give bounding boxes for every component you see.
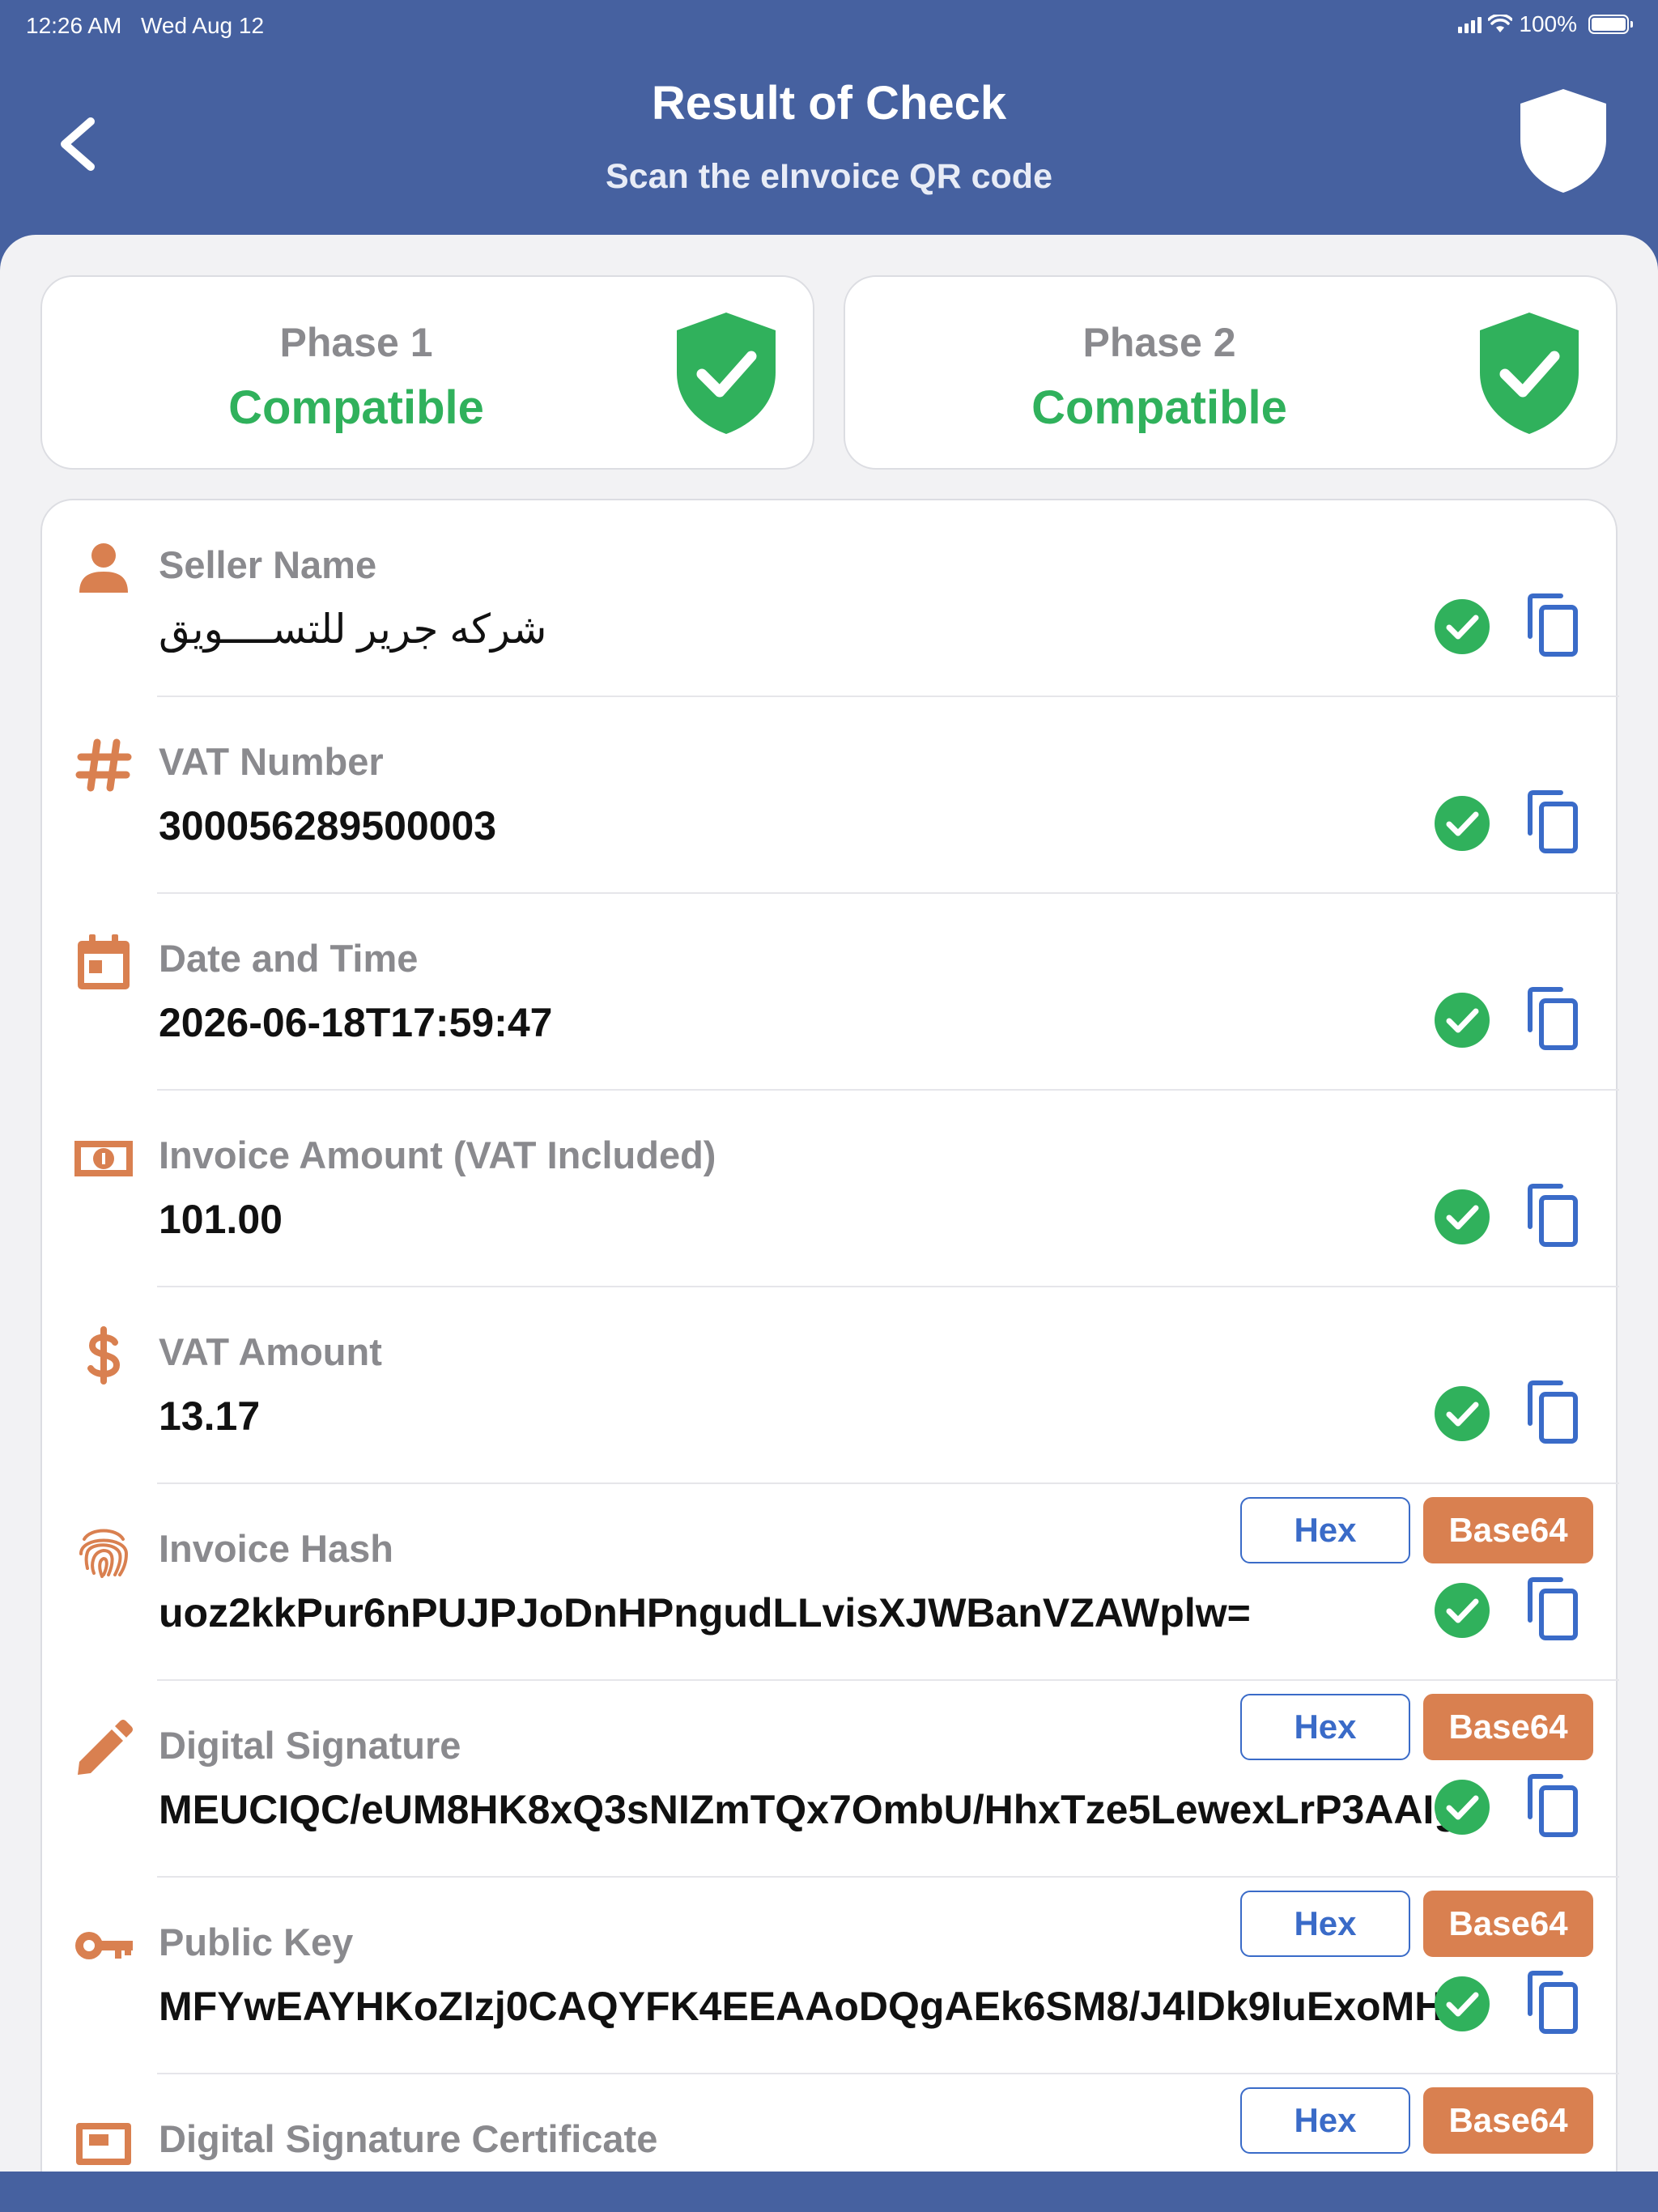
status-bar: 12:26 AM Wed Aug 12 100% bbox=[0, 0, 1658, 52]
key-icon bbox=[75, 1932, 133, 1959]
field-value: uoz2kkPur6nPUJPJoDnHPngudLLvisXJWBanVZAW… bbox=[159, 1590, 1251, 1636]
check-circle-icon bbox=[1435, 599, 1490, 654]
phase-status: Compatible bbox=[228, 381, 484, 434]
field-row-seller-name: Seller Name شركه جرير للتســــويق bbox=[42, 500, 1619, 697]
phase-1-card: Phase 1 Compatible bbox=[40, 275, 814, 470]
shield-check-icon bbox=[677, 313, 776, 434]
copy-icon[interactable] bbox=[1524, 986, 1580, 1051]
field-label: Invoice Hash bbox=[159, 1527, 393, 1570]
base64-format-button[interactable]: Base64 bbox=[1423, 1694, 1593, 1760]
phase-status: Compatible bbox=[1031, 381, 1287, 434]
battery-percent: 100% bbox=[1519, 11, 1577, 36]
status-date: Wed Aug 12 bbox=[141, 13, 265, 38]
copy-icon[interactable] bbox=[1524, 1773, 1580, 1838]
check-circle-icon bbox=[1435, 1780, 1490, 1835]
pencil-icon bbox=[78, 1720, 133, 1775]
check-circle-icon bbox=[1435, 796, 1490, 851]
field-row-public-key: Public Key MFYwEAYHKoZIzj0CAQYFK4EEAAoDQ… bbox=[42, 1878, 1619, 2074]
check-circle-icon bbox=[1435, 1386, 1490, 1441]
field-row-date-time: Date and Time 2026-06-18T17:59:47 bbox=[42, 894, 1619, 1091]
copy-icon[interactable] bbox=[1524, 1380, 1580, 1444]
page-title: Result of Check bbox=[651, 77, 1007, 130]
field-label: Digital Signature Certificate bbox=[159, 2117, 658, 2160]
check-circle-icon bbox=[1435, 1189, 1490, 1244]
field-label: Invoice Amount (VAT Included) bbox=[159, 1134, 716, 1176]
phase-title: Phase 1 bbox=[279, 320, 433, 365]
nav-header: Result of Check Scan the eInvoice QR cod… bbox=[0, 52, 1658, 235]
dollar-icon bbox=[87, 1326, 121, 1385]
base64-format-button[interactable]: Base64 bbox=[1423, 2087, 1593, 2154]
content-sheet: Phase 1 Compatible Phase 2 Compatible Se… bbox=[0, 235, 1658, 2172]
hash-icon bbox=[75, 738, 132, 792]
field-label: VAT Amount bbox=[159, 1330, 382, 1373]
hex-format-button[interactable]: Hex bbox=[1240, 1891, 1410, 1957]
copy-icon[interactable] bbox=[1524, 1576, 1580, 1641]
base64-format-button[interactable]: Base64 bbox=[1423, 1497, 1593, 1563]
field-value: شركه جرير للتســــويق bbox=[159, 606, 547, 652]
field-row-vat-number: VAT Number 300056289500003 bbox=[42, 697, 1619, 894]
hex-format-button[interactable]: Hex bbox=[1240, 1694, 1410, 1760]
invoice-fields-list: Seller Name شركه جرير للتســــويق VAT Nu… bbox=[40, 499, 1619, 2172]
field-value: 2026-06-18T17:59:47 bbox=[159, 1000, 553, 1045]
person-icon bbox=[79, 543, 128, 593]
field-value: 13.17 bbox=[159, 1393, 261, 1439]
fingerprint-icon bbox=[79, 1529, 129, 1578]
field-row-vat-amount: VAT Amount 13.17 bbox=[42, 1287, 1619, 1484]
wifi-icon bbox=[1488, 15, 1513, 32]
field-value: MEUCIQC/eUM8HK8xQ3sNIZmTQx7OmbU/HhxTze5L… bbox=[159, 1787, 1452, 1832]
status-time: 12:26 AM bbox=[26, 13, 122, 38]
hex-format-button[interactable]: Hex bbox=[1240, 1497, 1410, 1563]
copy-icon[interactable] bbox=[1524, 593, 1580, 657]
battery-icon bbox=[1588, 15, 1633, 34]
shield-icon bbox=[1520, 89, 1606, 193]
hex-format-button[interactable]: Hex bbox=[1240, 2087, 1410, 2154]
field-label: Seller Name bbox=[159, 543, 377, 586]
check-circle-icon bbox=[1435, 1583, 1490, 1638]
field-label: VAT Number bbox=[159, 740, 384, 783]
copy-icon[interactable] bbox=[1524, 1970, 1580, 2035]
certificate-icon bbox=[76, 2123, 131, 2165]
cellular-signal-icon bbox=[1458, 15, 1482, 33]
copy-icon[interactable] bbox=[1524, 789, 1580, 854]
field-row-invoice-amount: Invoice Amount (VAT Included) 101.00 bbox=[42, 1091, 1619, 1287]
phase-title: Phase 2 bbox=[1082, 320, 1236, 365]
shield-check-icon bbox=[1480, 313, 1579, 434]
copy-icon[interactable] bbox=[1524, 1183, 1580, 1248]
shield-button[interactable] bbox=[1516, 86, 1611, 196]
field-value: 101.00 bbox=[159, 1197, 283, 1242]
page-subtitle: Scan the eInvoice QR code bbox=[605, 157, 1052, 196]
field-label: Digital Signature bbox=[159, 1724, 461, 1767]
phase-2-card: Phase 2 Compatible bbox=[844, 275, 1618, 470]
field-value: MFYwEAYHKoZIzj0CAQYFK4EEAAoDQgAEk6SM8/J4… bbox=[159, 1984, 1452, 2029]
money-icon bbox=[74, 1141, 133, 1176]
field-value: 300056289500003 bbox=[159, 803, 497, 849]
field-label: Date and Time bbox=[159, 937, 419, 980]
check-circle-icon bbox=[1435, 993, 1490, 1048]
field-row-digital-signature: Digital Signature MEUCIQC/eUM8HK8xQ3sNIZ… bbox=[42, 1681, 1619, 1878]
field-row-signature-certificate: Digital Signature Certificate Hex Base64 bbox=[42, 2074, 1619, 2172]
field-row-invoice-hash: Invoice Hash uoz2kkPur6nPUJPJoDnHPngudLL… bbox=[42, 1484, 1619, 1681]
field-label: Public Key bbox=[159, 1921, 354, 1963]
calendar-icon bbox=[78, 934, 130, 989]
base64-format-button[interactable]: Base64 bbox=[1423, 1891, 1593, 1957]
check-circle-icon bbox=[1435, 1976, 1490, 2031]
